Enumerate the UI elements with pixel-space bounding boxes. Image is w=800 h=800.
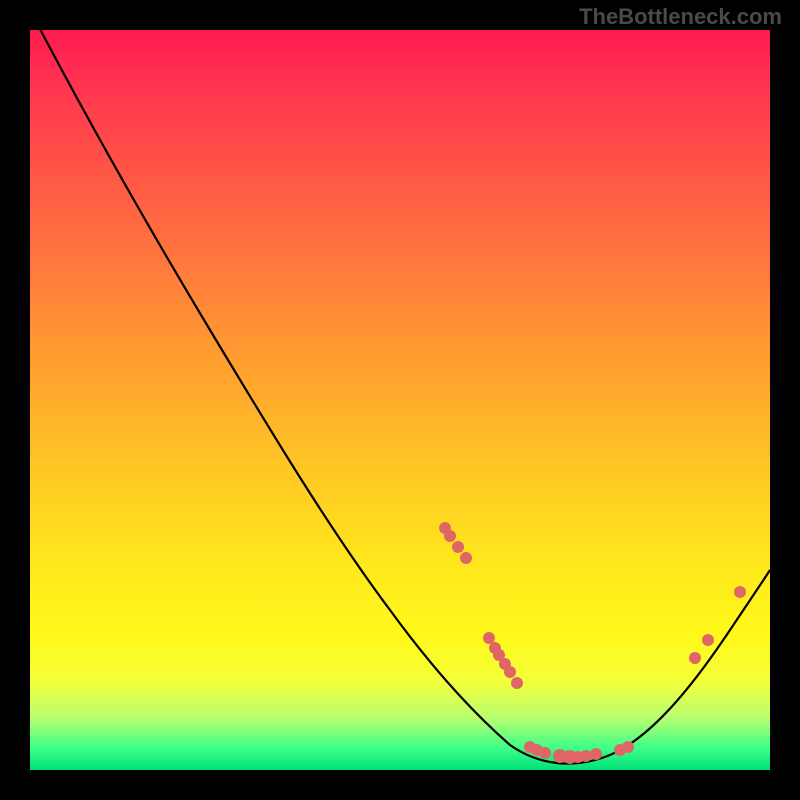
data-point	[483, 632, 495, 644]
data-point	[622, 741, 634, 753]
data-point	[590, 748, 602, 760]
data-point	[452, 541, 464, 553]
data-point	[444, 530, 456, 542]
bottleneck-curve	[30, 10, 770, 764]
data-point	[460, 552, 472, 564]
data-point	[702, 634, 714, 646]
data-point	[539, 747, 551, 759]
data-points-group	[439, 522, 746, 764]
data-point	[580, 750, 592, 762]
data-point	[504, 666, 516, 678]
data-point	[689, 652, 701, 664]
chart-plot-area	[30, 30, 770, 770]
chart-svg	[30, 30, 770, 770]
data-point	[734, 586, 746, 598]
data-point	[511, 677, 523, 689]
watermark-text: TheBottleneck.com	[579, 4, 782, 30]
